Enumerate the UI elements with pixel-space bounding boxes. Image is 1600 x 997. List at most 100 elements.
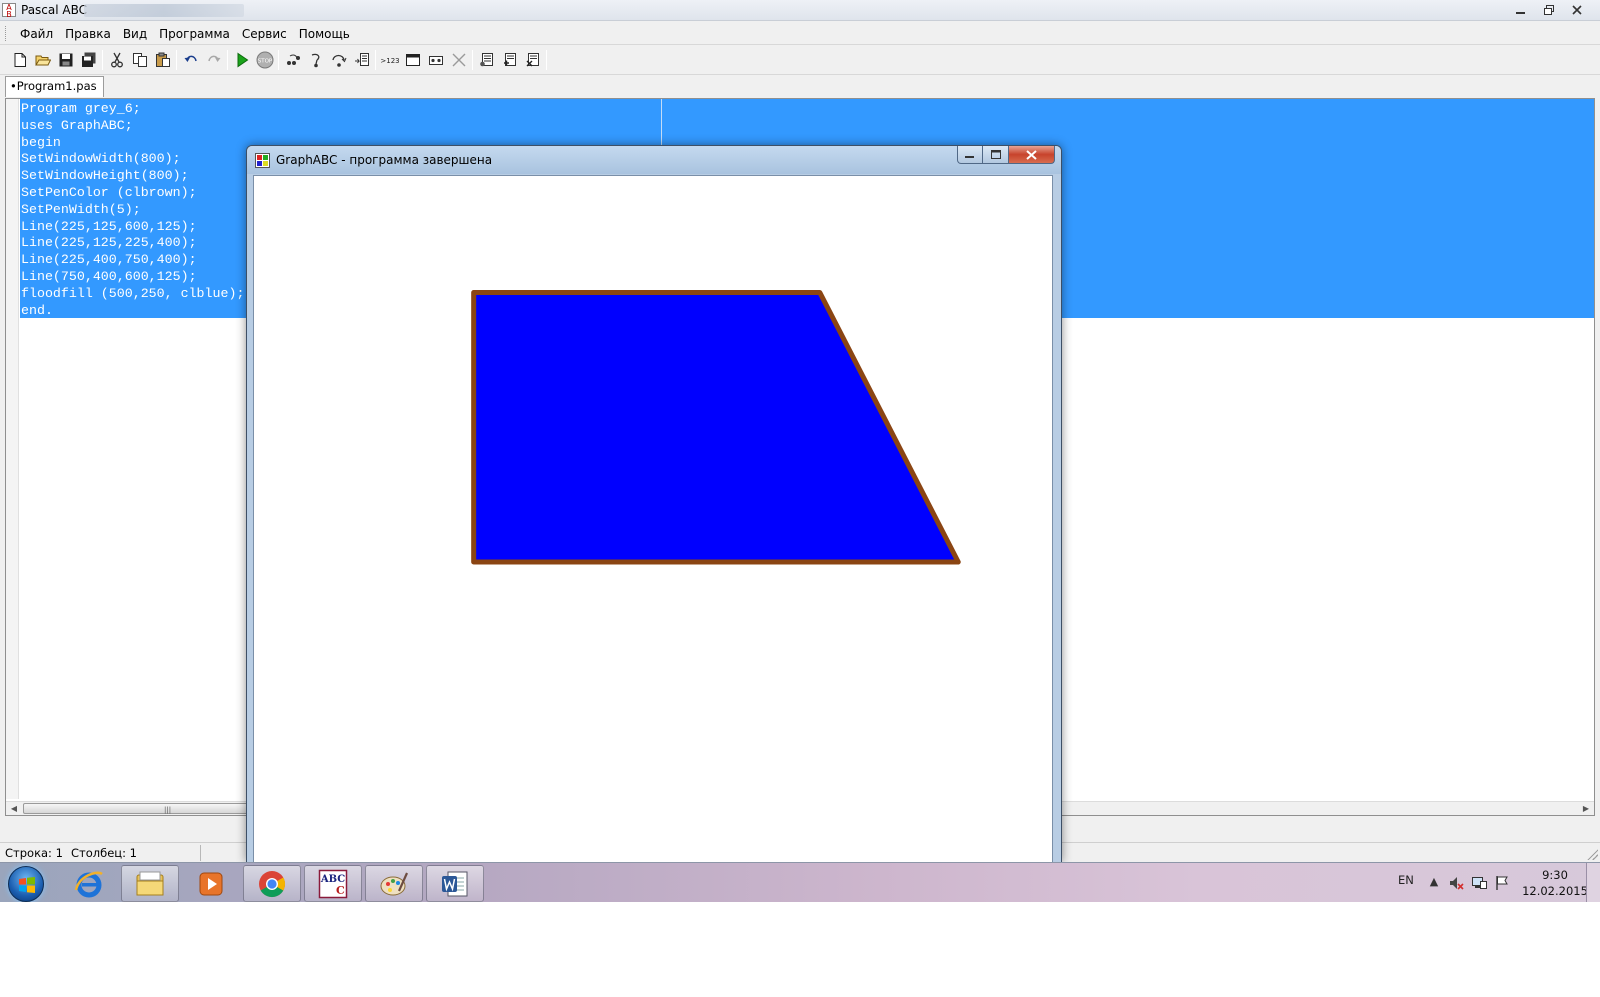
toolbar-separator bbox=[278, 50, 279, 70]
flag-icon bbox=[1496, 876, 1508, 890]
stop-button[interactable]: STOP bbox=[253, 49, 276, 71]
pascal-abc-app-icon: AB bbox=[2, 3, 16, 19]
code-line: SetWindowWidth(800); bbox=[21, 151, 181, 167]
action-center-flag-icon[interactable] bbox=[1494, 875, 1510, 891]
clock-date: 12.02.2015 bbox=[1522, 884, 1588, 898]
paste-icon bbox=[155, 52, 170, 67]
close-button[interactable] bbox=[1564, 1, 1590, 18]
menu-view[interactable]: Вид bbox=[117, 26, 153, 42]
redo-button[interactable] bbox=[202, 49, 225, 71]
network-icon[interactable] bbox=[1471, 875, 1487, 891]
undo-button[interactable] bbox=[179, 49, 202, 71]
redo-icon bbox=[207, 55, 220, 62]
new-file-button[interactable] bbox=[8, 49, 31, 71]
resize-grip[interactable] bbox=[1586, 848, 1598, 860]
add-icon bbox=[503, 53, 516, 66]
drawing-surface bbox=[471, 290, 961, 565]
taskbar-internet-explorer[interactable] bbox=[60, 865, 118, 902]
copy-button[interactable] bbox=[128, 49, 151, 71]
clock-time: 9:30 bbox=[1542, 868, 1568, 882]
minimize-button[interactable] bbox=[1508, 1, 1534, 18]
run-icon bbox=[237, 52, 248, 68]
paint-icon bbox=[380, 872, 409, 895]
filled-trapezoid bbox=[471, 290, 961, 565]
toolbar-separator bbox=[472, 50, 473, 70]
code-line: Line(750,400,600,125); bbox=[21, 268, 197, 284]
close-file-button[interactable] bbox=[447, 49, 470, 71]
menu-file[interactable]: Файл bbox=[14, 26, 59, 42]
close-icon bbox=[1572, 4, 1582, 15]
show-desktop-button[interactable] bbox=[1586, 863, 1600, 902]
taskbar-pascal-abc[interactable]: ABC C bbox=[304, 865, 362, 902]
close-icon bbox=[452, 53, 465, 67]
output-window-button[interactable] bbox=[401, 49, 424, 71]
toolbar-separator bbox=[176, 50, 177, 70]
code-line: SetPenWidth(5); bbox=[21, 201, 141, 217]
restore-button[interactable] bbox=[1536, 1, 1562, 18]
watch-label: >123 bbox=[380, 57, 399, 65]
graphabc-app-icon bbox=[255, 153, 270, 168]
breakpoint-icon bbox=[479, 53, 493, 67]
menu-program[interactable]: Программа bbox=[153, 26, 236, 42]
delete-watch-button[interactable] bbox=[521, 49, 544, 71]
run-button[interactable] bbox=[230, 49, 253, 71]
graphabc-minimize-button[interactable] bbox=[957, 146, 983, 164]
step-icon bbox=[286, 54, 300, 65]
step-over-button[interactable] bbox=[327, 49, 350, 71]
volume-muted-icon[interactable] bbox=[1448, 875, 1464, 891]
internet-explorer-icon bbox=[74, 871, 103, 897]
taskbar-paint[interactable] bbox=[365, 865, 423, 902]
save-button[interactable] bbox=[54, 49, 77, 71]
cut-button[interactable] bbox=[105, 49, 128, 71]
taskbar-word[interactable] bbox=[426, 865, 484, 902]
show-hidden-icons-icon[interactable]: ▲ bbox=[1426, 875, 1442, 891]
taskbar-chrome[interactable] bbox=[243, 865, 301, 902]
graphabc-window: GraphABC - программа завершена bbox=[246, 145, 1062, 862]
clock[interactable]: 9:30 12.02.2015 bbox=[1518, 867, 1592, 899]
editor-gutter bbox=[6, 99, 19, 799]
scrollbar-thumb[interactable]: ||| bbox=[23, 803, 253, 814]
language-indicator[interactable]: EN bbox=[1398, 873, 1414, 887]
delete-icon bbox=[526, 53, 539, 67]
media-player-icon bbox=[199, 872, 223, 895]
add-watch-button[interactable] bbox=[498, 49, 521, 71]
graphabc-title-bar: GraphABC - программа завершена bbox=[247, 146, 1061, 174]
graphabc-maximize-button[interactable] bbox=[983, 146, 1009, 164]
graphabc-close-button[interactable] bbox=[1009, 146, 1055, 164]
taskbar-media-player[interactable] bbox=[182, 865, 240, 902]
save-all-button[interactable] bbox=[77, 49, 100, 71]
file-explorer-icon bbox=[136, 871, 164, 895]
run-to-cursor-icon bbox=[354, 53, 369, 66]
code-line: end. bbox=[21, 302, 53, 318]
toolbar: STOP >123 bbox=[0, 46, 1600, 75]
step-over-icon bbox=[331, 54, 346, 67]
scroll-left-icon[interactable]: ◀ bbox=[8, 803, 20, 815]
taskbar-file-explorer[interactable] bbox=[121, 865, 179, 902]
scroll-grip-icon: ||| bbox=[164, 806, 172, 814]
run-to-cursor-button[interactable] bbox=[350, 49, 373, 71]
graphabc-title: GraphABC - программа завершена bbox=[276, 153, 493, 167]
cut-icon bbox=[110, 52, 123, 68]
step-button[interactable] bbox=[281, 49, 304, 71]
open-button[interactable] bbox=[31, 49, 54, 71]
network-computer-icon bbox=[1472, 877, 1487, 889]
menu-edit[interactable]: Правка bbox=[59, 26, 117, 42]
stop-label: STOP bbox=[257, 58, 272, 64]
toolbar-separator bbox=[227, 50, 228, 70]
window-icon bbox=[405, 54, 420, 66]
status-divider bbox=[200, 845, 201, 861]
breakpoint-button[interactable] bbox=[475, 49, 498, 71]
tab-program1[interactable]: •Program1.pas bbox=[5, 76, 104, 97]
start-button[interactable] bbox=[8, 866, 44, 902]
menu-help[interactable]: Помощь bbox=[293, 26, 356, 42]
paste-button[interactable] bbox=[151, 49, 174, 71]
title-bar: AB Pascal ABC bbox=[0, 0, 1600, 21]
scroll-right-icon[interactable]: ▶ bbox=[1580, 803, 1592, 815]
copy-icon bbox=[132, 53, 147, 67]
step-into-button[interactable] bbox=[304, 49, 327, 71]
undo-icon bbox=[184, 55, 197, 62]
windows-logo-icon bbox=[19, 877, 35, 893]
compile-button[interactable] bbox=[424, 49, 447, 71]
menu-service[interactable]: Сервис bbox=[236, 26, 293, 42]
watch-button[interactable]: >123 bbox=[378, 49, 401, 71]
